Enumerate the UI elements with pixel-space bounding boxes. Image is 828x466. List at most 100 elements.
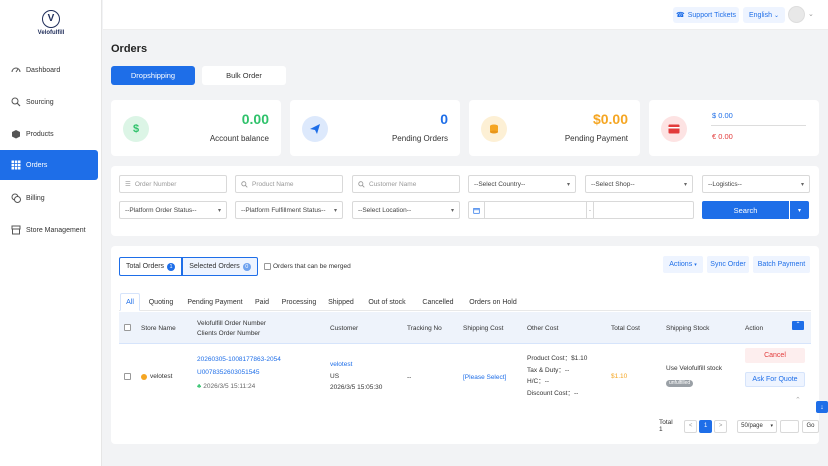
column-header-velo-order: Velofulfill Order Number bbox=[197, 320, 266, 327]
search-dropdown-button[interactable]: ▾ bbox=[790, 201, 809, 219]
tab-out-of-stock[interactable]: Out of stock bbox=[362, 293, 412, 311]
total-orders-label: Total Orders bbox=[125, 263, 165, 270]
page-title: Orders bbox=[111, 43, 148, 55]
select-all-checkbox[interactable] bbox=[124, 324, 131, 331]
caret-down-icon: ▾ bbox=[217, 207, 221, 214]
tab-processing[interactable]: Processing bbox=[278, 293, 320, 311]
table-row: velotest 20260305-1008177863-2054 U00783… bbox=[119, 345, 811, 401]
selected-orders-badge: 0 bbox=[242, 262, 251, 271]
tab-dropshipping[interactable]: Dropshipping bbox=[111, 66, 195, 85]
order-status-tabs: All Quoting Pending Payment Paid Process… bbox=[119, 293, 811, 311]
country-select[interactable]: --Select Country-- ▾ bbox=[468, 175, 576, 193]
credit-card-icon bbox=[661, 116, 687, 142]
checkbox[interactable] bbox=[264, 263, 271, 270]
order-number-input[interactable]: ☰ Order Number bbox=[119, 175, 227, 193]
sidebar-item-products[interactable]: Products bbox=[0, 119, 98, 149]
shipping-cost-select[interactable]: [Please Select] bbox=[463, 373, 506, 382]
next-page-button[interactable]: > bbox=[714, 419, 728, 433]
chevron-down-icon[interactable]: ⌄ bbox=[808, 10, 814, 18]
chevron-up-icon[interactable]: ⌃ bbox=[795, 396, 801, 404]
logo-mark: V bbox=[42, 10, 60, 28]
velo-order-number[interactable]: 20260305-1008177863-2054 bbox=[197, 355, 281, 364]
logistics-select[interactable]: --Logistics-- ▾ bbox=[702, 175, 810, 193]
page-size-value: 50/page bbox=[741, 423, 763, 429]
page-size-select[interactable]: 50/page ▾ bbox=[737, 419, 778, 433]
language-label: English bbox=[749, 11, 772, 19]
logistics-value: --Logistics-- bbox=[708, 180, 742, 188]
total-orders-badge: 1 bbox=[167, 262, 176, 271]
support-tickets-button[interactable]: ☎ Support Tickets bbox=[673, 7, 739, 23]
scroll-down-icon[interactable]: ↓ bbox=[816, 401, 828, 413]
logo[interactable]: V Velofulfill bbox=[30, 10, 72, 36]
pagination: Total 1 < 1 > 50/page ▾ Go bbox=[659, 419, 819, 433]
logo-text: Velofulfill bbox=[37, 30, 65, 36]
stat-card-pending-payment: $0.00 Pending Payment bbox=[469, 100, 640, 156]
caret-down-icon: ▾ bbox=[694, 261, 697, 268]
support-label: Support Tickets bbox=[687, 11, 736, 19]
tab-orders-on-hold[interactable]: Orders on Hold bbox=[464, 293, 522, 311]
date-separator: - bbox=[586, 202, 594, 218]
client-order-number[interactable]: U0078352603051545 bbox=[197, 368, 260, 377]
caret-down-icon: ▾ bbox=[333, 207, 337, 214]
list-icon: ☰ bbox=[125, 181, 131, 188]
collapse-icon[interactable]: ⌃ bbox=[792, 321, 804, 330]
divider bbox=[711, 125, 806, 126]
total-cost: $1.10 bbox=[611, 373, 628, 380]
date-range-input[interactable]: - bbox=[468, 201, 694, 219]
stock-option: Use Velofulfill stock bbox=[666, 365, 722, 372]
sidebar-item-billing[interactable]: Billing bbox=[0, 183, 98, 213]
sync-order-button[interactable]: Sync Order bbox=[707, 256, 749, 273]
tab-shipped[interactable]: Shipped bbox=[324, 293, 358, 311]
product-name-placeholder: Product Name bbox=[252, 180, 294, 188]
prev-page-button[interactable]: < bbox=[684, 419, 698, 433]
created-time: ♣ 2026/3/5 15:11:24 bbox=[197, 382, 255, 391]
coins-icon bbox=[481, 116, 507, 142]
search-icon bbox=[241, 180, 248, 188]
cancel-button[interactable]: Cancel bbox=[745, 348, 805, 363]
tab-pending-payment[interactable]: Pending Payment bbox=[183, 293, 247, 311]
product-name-input[interactable]: Product Name bbox=[235, 175, 343, 193]
jump-page-input[interactable] bbox=[780, 419, 800, 433]
stat-card-wallet: $ 0.00 € 0.00 bbox=[649, 100, 819, 156]
tab-bulk-order[interactable]: Bulk Order bbox=[202, 66, 286, 85]
customer-name-input[interactable]: Customer Name bbox=[352, 175, 460, 193]
top-bar: ☎ Support Tickets English ⌄ ⌄ bbox=[103, 0, 828, 30]
platform-order-status-select[interactable]: --Platform Order Status-- ▾ bbox=[119, 201, 227, 219]
shop-select[interactable]: --Select Shop-- ▾ bbox=[585, 175, 693, 193]
stat-value: 0.00 bbox=[241, 111, 269, 127]
row-checkbox[interactable] bbox=[124, 373, 131, 380]
stat-label: Pending Payment bbox=[564, 134, 628, 143]
search-button[interactable]: Search bbox=[702, 201, 789, 219]
sidebar-item-dashboard[interactable]: Dashboard bbox=[0, 55, 98, 85]
store-status-icon bbox=[141, 373, 147, 380]
tab-cancelled[interactable]: Cancelled bbox=[417, 293, 459, 311]
total-orders-toggle[interactable]: Total Orders 1 bbox=[119, 257, 182, 276]
language-select[interactable]: English ⌄ bbox=[743, 7, 785, 23]
tab-all[interactable]: All bbox=[120, 293, 140, 311]
tab-quoting[interactable]: Quoting bbox=[144, 293, 178, 311]
fulfillment-status-select[interactable]: --Platform Fulfillment Status-- ▾ bbox=[235, 201, 343, 219]
page-1-button[interactable]: 1 bbox=[699, 419, 713, 433]
mergeable-orders-checkbox[interactable]: Orders that can be merged bbox=[264, 263, 351, 270]
batch-payment-button[interactable]: Batch Payment bbox=[753, 256, 810, 273]
store-name: velotest bbox=[150, 373, 173, 380]
order-number-placeholder: Order Number bbox=[134, 180, 177, 188]
column-header-customer: Customer bbox=[330, 325, 359, 332]
chevron-down-icon: ⌄ bbox=[773, 12, 779, 19]
caret-down-icon: ▾ bbox=[797, 207, 801, 214]
sidebar-item-store-management[interactable]: Store Management bbox=[0, 215, 98, 245]
location-select[interactable]: --Select Location-- ▾ bbox=[352, 201, 460, 219]
stat-value: $0.00 bbox=[592, 111, 628, 127]
sidebar-item-orders[interactable]: Orders bbox=[0, 150, 98, 180]
customer-name[interactable]: velotest bbox=[330, 360, 352, 369]
handling-cost: H/C：-- bbox=[527, 378, 550, 385]
sidebar-item-sourcing[interactable]: Sourcing bbox=[0, 87, 98, 117]
ask-for-quote-button[interactable]: Ask For Quote bbox=[745, 372, 805, 387]
go-button[interactable]: Go bbox=[802, 419, 819, 433]
tab-paid[interactable]: Paid bbox=[251, 293, 273, 311]
coins-icon bbox=[11, 193, 21, 203]
avatar[interactable] bbox=[788, 6, 805, 23]
selected-orders-toggle[interactable]: Selected Orders 0 bbox=[182, 257, 258, 276]
actions-dropdown[interactable]: Actions ▾ bbox=[663, 256, 703, 273]
column-header-total-cost: Total Cost bbox=[611, 325, 640, 332]
